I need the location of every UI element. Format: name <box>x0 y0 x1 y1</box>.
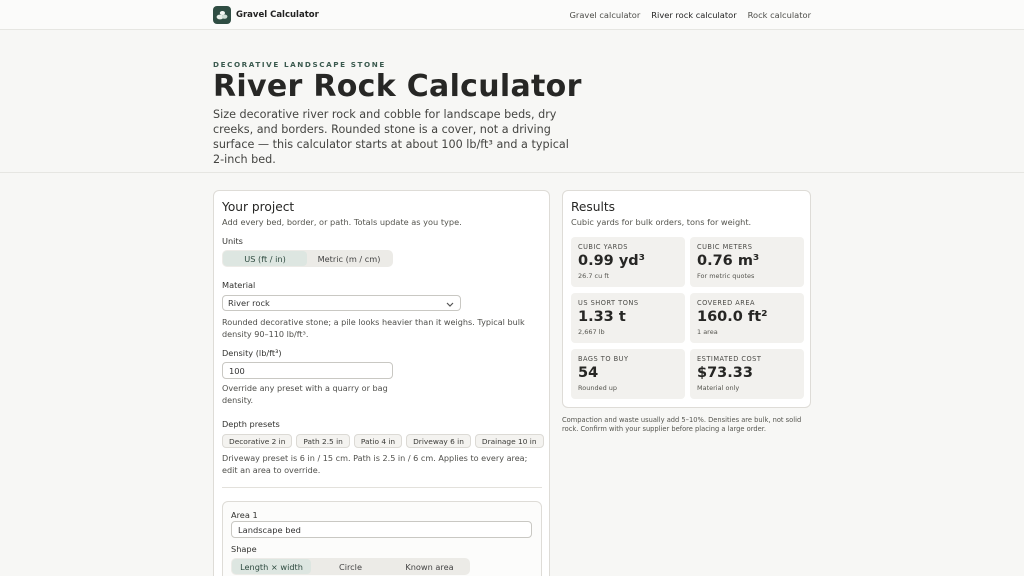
result-value: 0.99 yd³ <box>578 253 646 269</box>
units-label: Units <box>222 236 243 246</box>
shape-option-circle[interactable]: Circle <box>311 559 390 574</box>
nav-rock-calculator[interactable]: Rock calculator <box>748 10 811 20</box>
result-label: CUBIC YARDS <box>578 243 628 251</box>
results-card: Results Cubic yards for bulk orders, ton… <box>562 190 811 408</box>
chevron-down-icon <box>446 300 454 310</box>
depth-preset-path[interactable]: Path 2.5 in <box>296 434 350 448</box>
result-label: US SHORT TONS <box>578 299 639 307</box>
hero-eyebrow: DECORATIVE LANDSCAPE STONE <box>213 60 386 69</box>
result-value: 0.76 m³ <box>697 253 760 269</box>
result-short-tons: US SHORT TONS 1.33 t 2,667 lb <box>571 293 685 343</box>
result-label: CUBIC METERS <box>697 243 753 251</box>
nav-river-rock-calculator[interactable]: River rock calculator <box>651 10 736 20</box>
shape-option-known-area[interactable]: Known area <box>390 559 469 574</box>
hero-section: DECORATIVE LANDSCAPE STONE River Rock Ca… <box>0 31 1024 173</box>
density-input[interactable]: 100 <box>222 362 393 379</box>
density-help: Override any preset with a quarry or bag… <box>222 383 388 405</box>
hero-description: Size decorative river rock and cobble fo… <box>213 108 569 166</box>
result-bags: BAGS TO BUY 54 Rounded up <box>571 349 685 399</box>
rocks-icon <box>213 6 231 24</box>
project-title: Your project <box>222 200 295 214</box>
result-estimated-cost: ESTIMATED COST $73.33 Material only <box>690 349 804 399</box>
units-option-us[interactable]: US (ft / in) <box>223 251 307 266</box>
result-sub: 26.7 cu ft <box>578 272 610 280</box>
project-card: Your project Add every bed, border, or p… <box>213 190 550 576</box>
material-label: Material <box>222 280 256 290</box>
results-title: Results <box>571 200 616 214</box>
material-select[interactable]: River rock <box>222 295 461 311</box>
material-select-value: River rock <box>228 298 270 308</box>
nav-gravel-calculator[interactable]: Gravel calculator <box>569 10 640 20</box>
material-help: Rounded decorative stone; a pile looks h… <box>222 317 525 339</box>
result-covered-area: COVERED AREA 160.0 ft² 1 area <box>690 293 804 343</box>
project-subtitle: Add every bed, border, or path. Totals u… <box>222 217 462 227</box>
area-card: Area 1 Landscape bed Shape Length × widt… <box>222 501 542 576</box>
units-option-metric[interactable]: Metric (m / cm) <box>307 251 391 266</box>
depth-help: Driveway preset is 6 in / 15 cm. Path is… <box>222 453 528 475</box>
results-disclaimer: Compaction and waste usually add 5–10%. … <box>562 416 802 433</box>
density-label: Density (lb/ft³) <box>222 348 282 358</box>
result-label: COVERED AREA <box>697 299 756 307</box>
result-sub: For metric quotes <box>697 272 755 280</box>
depth-preset-decorative[interactable]: Decorative 2 in <box>222 434 293 448</box>
result-sub: 2,667 lb <box>578 328 605 336</box>
result-cubic-yards: CUBIC YARDS 0.99 yd³ 26.7 cu ft <box>571 237 685 287</box>
result-value: $73.33 <box>697 365 753 381</box>
result-value: 1.33 t <box>578 309 626 325</box>
result-sub: 1 area <box>697 328 718 336</box>
brand[interactable]: Gravel Calculator <box>213 6 319 24</box>
result-value: 54 <box>578 365 599 381</box>
result-value: 160.0 ft² <box>697 309 768 325</box>
result-sub: Material only <box>697 384 740 392</box>
shape-toggle: Length × width Circle Known area <box>231 558 470 575</box>
page-title: River Rock Calculator <box>213 69 582 104</box>
result-label: ESTIMATED COST <box>697 355 762 363</box>
result-sub: Rounded up <box>578 384 618 392</box>
shape-label: Shape <box>231 544 257 554</box>
depth-preset-patio[interactable]: Patio 4 in <box>353 434 403 448</box>
main-nav: Gravel calculator River rock calculator … <box>569 10 811 20</box>
depth-preset-drainage[interactable]: Drainage 10 in <box>474 434 544 448</box>
result-cubic-meters: CUBIC METERS 0.76 m³ For metric quotes <box>690 237 804 287</box>
area-name-input[interactable]: Landscape bed <box>231 521 532 538</box>
result-label: BAGS TO BUY <box>578 355 629 363</box>
section-divider <box>222 487 542 488</box>
depth-preset-driveway[interactable]: Driveway 6 in <box>406 434 471 448</box>
units-toggle: US (ft / in) Metric (m / cm) <box>222 250 393 267</box>
top-navigation-bar: Gravel Calculator Gravel calculator Rive… <box>0 0 1024 30</box>
depth-presets: Decorative 2 in Path 2.5 in Patio 4 in D… <box>222 434 544 448</box>
area-title: Area 1 <box>231 510 258 520</box>
results-subtitle: Cubic yards for bulk orders, tons for we… <box>571 217 752 227</box>
shape-option-length-width[interactable]: Length × width <box>232 559 311 574</box>
depth-presets-label: Depth presets <box>222 419 280 429</box>
brand-name: Gravel Calculator <box>236 10 319 20</box>
